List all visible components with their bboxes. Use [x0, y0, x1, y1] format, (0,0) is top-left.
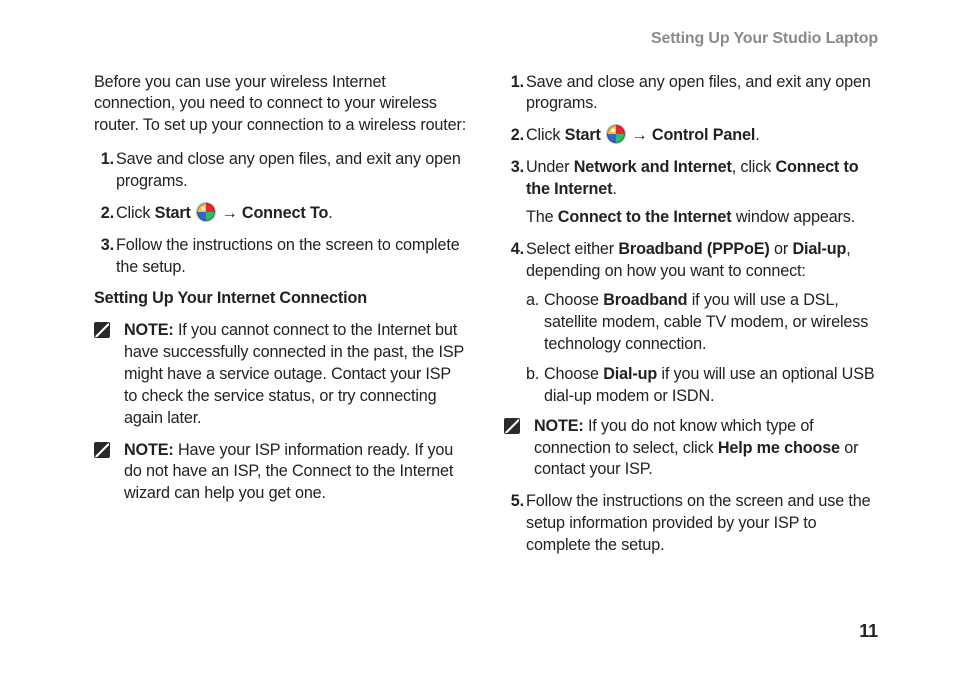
step-text: Follow the instructions on the screen to… — [116, 236, 460, 276]
note-icon — [94, 322, 110, 338]
intro-paragraph: Before you can use your wireless Interne… — [94, 72, 468, 138]
connect-to-label: Connect To — [242, 204, 328, 222]
step-number: 2. — [504, 125, 524, 147]
start-label: Start — [565, 126, 601, 144]
page-number: 11 — [859, 619, 878, 643]
window-name: Connect to the Internet — [558, 208, 732, 226]
list-item: 1. Save and close any open files, and ex… — [94, 149, 468, 193]
note-text: NOTE: If you do not know which type of c… — [534, 417, 858, 479]
step-text: Follow the instructions on the screen an… — [526, 492, 870, 554]
substep-text: Choose Broadband if you will use a DSL, … — [544, 291, 868, 353]
text-run: . — [612, 180, 616, 198]
help-me-choose-label: Help me choose — [718, 439, 840, 457]
broadband-label: Broadband (PPPoE) — [618, 240, 769, 258]
control-panel-label: Control Panel — [652, 126, 755, 144]
text-run: Choose — [544, 365, 603, 383]
start-label: Start — [155, 204, 191, 222]
list-item: b. Choose Dial-up if you will use an opt… — [526, 364, 878, 408]
text-run: The — [526, 208, 558, 226]
note-text: NOTE: If you cannot connect to the Inter… — [124, 321, 464, 426]
step-number: 3. — [94, 235, 114, 257]
start-orb-icon — [607, 125, 625, 143]
list-item: 3. Follow the instructions on the screen… — [94, 235, 468, 279]
text-run: Have your ISP information ready. If you … — [124, 441, 453, 503]
note-icon — [504, 418, 520, 434]
text-run: Click — [526, 126, 565, 144]
step-text: Save and close any open files, and exit … — [526, 73, 871, 113]
manual-page: Setting Up Your Studio Laptop Before you… — [0, 0, 954, 567]
text-run: Select either — [526, 240, 618, 258]
text-run: window appears. — [732, 208, 856, 226]
note-icon — [94, 442, 110, 458]
section-subheading: Setting Up Your Internet Connection — [94, 288, 468, 310]
list-item: a. Choose Broadband if you will use a DS… — [526, 290, 878, 356]
note-block: NOTE: Have your ISP information ready. I… — [94, 440, 468, 506]
list-item: 1. Save and close any open files, and ex… — [504, 72, 878, 116]
page-header: Setting Up Your Studio Laptop — [94, 28, 878, 50]
step-number: 1. — [94, 149, 114, 171]
note-block: NOTE: If you cannot connect to the Inter… — [94, 320, 468, 429]
substep-letter: a. — [526, 290, 542, 312]
text-run: Under — [526, 158, 574, 176]
left-column: Before you can use your wireless Interne… — [94, 72, 468, 567]
step-text: Select either Broadband (PPPoE) or Dial-… — [526, 240, 851, 280]
step-text: Click Start → Control Panel. — [526, 126, 760, 144]
note-block: NOTE: If you do not know which type of c… — [504, 416, 878, 482]
start-orb-icon — [197, 203, 215, 221]
network-internet-label: Network and Internet — [574, 158, 732, 176]
list-item: 3. Under Network and Internet, click Con… — [504, 157, 878, 229]
broadband-option: Broadband — [603, 291, 687, 309]
note-label: NOTE: — [124, 441, 174, 459]
list-item: 2. Click Start → Control Panel. — [504, 125, 878, 147]
wireless-setup-steps: 1. Save and close any open files, and ex… — [94, 149, 468, 278]
arrow-glyph: → — [217, 204, 242, 222]
list-item: 4. Select either Broadband (PPPoE) or Di… — [504, 239, 878, 482]
right-column: 1. Save and close any open files, and ex… — [504, 72, 878, 567]
step-text: Save and close any open files, and exit … — [116, 150, 461, 190]
text-run: Choose — [544, 291, 603, 309]
step-number: 1. — [504, 72, 524, 94]
text-run: If you cannot connect to the Internet bu… — [124, 321, 464, 426]
step-text: Click Start → Connect To. — [116, 204, 333, 222]
text-run: Click — [116, 204, 155, 222]
list-item: 5. Follow the instructions on the screen… — [504, 491, 878, 557]
step-number: 4. — [504, 239, 524, 261]
substep-letter: b. — [526, 364, 542, 386]
dialup-option: Dial-up — [603, 365, 657, 383]
text-run: , click — [732, 158, 776, 176]
step-number: 2. — [94, 203, 114, 225]
list-item: 2. Click Start → Connect To. — [94, 203, 468, 225]
text-run: or — [770, 240, 793, 258]
substep-text: Choose Dial-up if you will use an option… — [544, 365, 875, 405]
two-column-layout: Before you can use your wireless Interne… — [94, 72, 878, 567]
step-text: Under Network and Internet, click Connec… — [526, 158, 859, 198]
step-number: 3. — [504, 157, 524, 179]
internet-setup-steps: 1. Save and close any open files, and ex… — [504, 72, 878, 557]
text-run: . — [328, 204, 332, 222]
text-run: . — [755, 126, 759, 144]
dialup-label: Dial-up — [792, 240, 846, 258]
connection-options: a. Choose Broadband if you will use a DS… — [526, 290, 878, 407]
note-label: NOTE: — [124, 321, 174, 339]
step-result: The Connect to the Internet window appea… — [526, 207, 878, 229]
arrow-glyph: → — [627, 126, 652, 144]
step-number: 5. — [504, 491, 524, 513]
note-text: NOTE: Have your ISP information ready. I… — [124, 441, 453, 503]
note-label: NOTE: — [534, 417, 584, 435]
